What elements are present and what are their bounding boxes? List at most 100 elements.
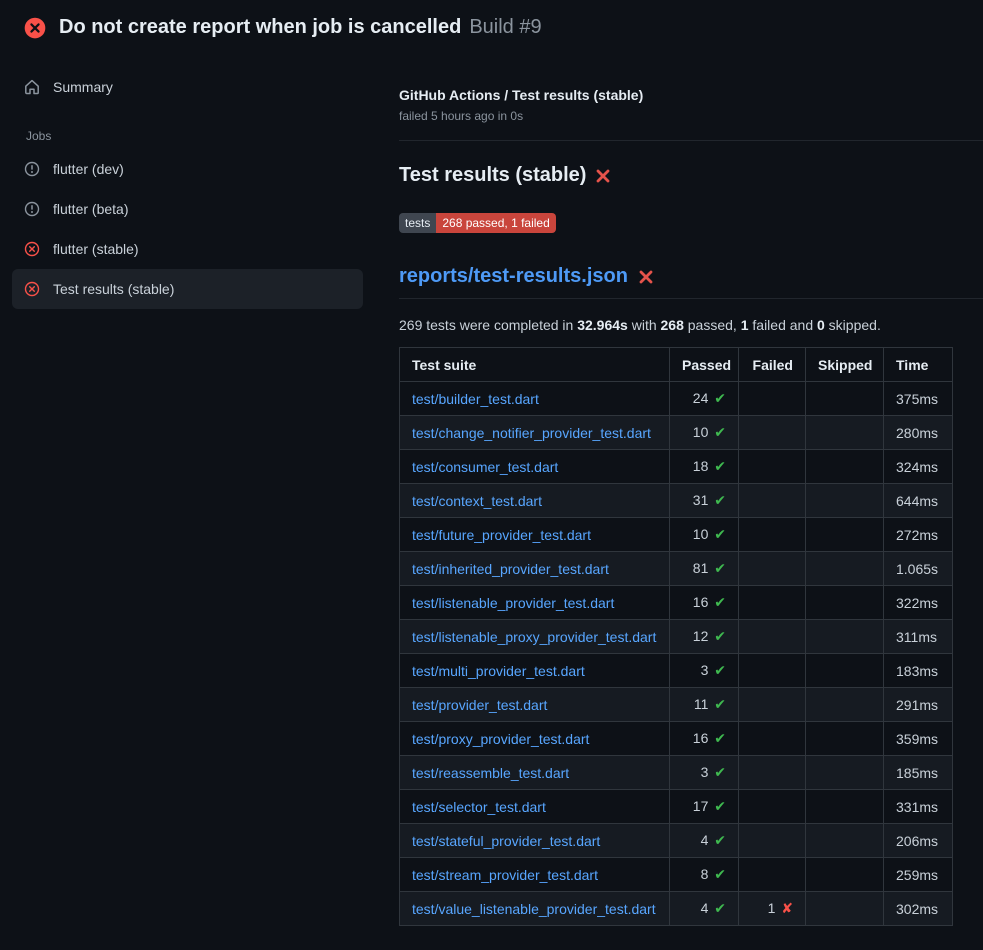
check-icon: ✔ xyxy=(714,662,726,678)
table-row: test/proxy_provider_test.dart16 ✔359ms xyxy=(400,722,953,756)
failed-circle-icon xyxy=(24,281,40,297)
passed-cell: 10 ✔ xyxy=(670,416,739,450)
failed-cell xyxy=(739,722,806,756)
failed-circle-icon xyxy=(24,17,46,39)
suite-cell: test/reassemble_test.dart xyxy=(400,756,670,790)
table-row: test/listenable_provider_test.dart16 ✔32… xyxy=(400,586,953,620)
suite-link[interactable]: test/future_provider_test.dart xyxy=(412,527,591,543)
check-icon: ✔ xyxy=(714,526,726,542)
failed-cell xyxy=(739,654,806,688)
suite-link[interactable]: test/listenable_proxy_provider_test.dart xyxy=(412,629,656,645)
suite-link[interactable]: test/context_test.dart xyxy=(412,493,542,509)
suite-cell: test/consumer_test.dart xyxy=(400,450,670,484)
divider xyxy=(399,140,983,141)
failed-cell xyxy=(739,518,806,552)
col-header-skipped: Skipped xyxy=(806,348,884,382)
suite-link[interactable]: test/listenable_provider_test.dart xyxy=(412,595,614,611)
suite-cell: test/future_provider_test.dart xyxy=(400,518,670,552)
table-header-row: Test suite Passed Failed Skipped Time xyxy=(400,348,953,382)
jobs-section-label: Jobs xyxy=(12,107,363,149)
table-row: test/selector_test.dart17 ✔331ms xyxy=(400,790,953,824)
red-cross-icon xyxy=(638,269,654,285)
suite-link[interactable]: test/proxy_provider_test.dart xyxy=(412,731,589,747)
check-icon: ✔ xyxy=(714,764,726,780)
neutral-circle-icon xyxy=(24,161,40,177)
passed-cell: 31 ✔ xyxy=(670,484,739,518)
suite-cell: test/builder_test.dart xyxy=(400,382,670,416)
run-status-line: failed 5 hours ago in 0s xyxy=(399,109,983,123)
tests-badge: tests 268 passed, 1 failed xyxy=(399,213,556,233)
check-icon: ✔ xyxy=(714,424,726,440)
passed-cell: 16 ✔ xyxy=(670,722,739,756)
sidebar-item-flutter-stable[interactable]: flutter (stable) xyxy=(12,229,363,269)
time-cell: 331ms xyxy=(884,790,953,824)
sidebar-item-flutter-dev[interactable]: flutter (dev) xyxy=(12,149,363,189)
failed-cell xyxy=(739,620,806,654)
suite-cell: test/proxy_provider_test.dart xyxy=(400,722,670,756)
time-cell: 324ms xyxy=(884,450,953,484)
report-file-link[interactable]: reports/test-results.json xyxy=(399,265,628,288)
suite-cell: test/stream_provider_test.dart xyxy=(400,858,670,892)
suite-link[interactable]: test/builder_test.dart xyxy=(412,391,539,407)
table-row: test/future_provider_test.dart 10 ✔ 272ms xyxy=(400,518,953,552)
sidebar-item-flutter-beta[interactable]: flutter (beta) xyxy=(12,189,363,229)
time-cell: 272ms xyxy=(884,518,953,552)
table-row: test/inherited_provider_test.dart81 ✔1.0… xyxy=(400,552,953,586)
table-row: test/builder_test.dart24 ✔375ms xyxy=(400,382,953,416)
suite-link[interactable]: test/inherited_provider_test.dart xyxy=(412,561,609,577)
passed-cell: 11 ✔ xyxy=(670,688,739,722)
suite-link[interactable]: test/multi_provider_test.dart xyxy=(412,663,585,679)
skipped-cell xyxy=(806,654,884,688)
failed-cell xyxy=(739,382,806,416)
skipped-cell xyxy=(806,484,884,518)
time-cell: 206ms xyxy=(884,824,953,858)
suite-cell: test/provider_test.dart xyxy=(400,688,670,722)
x-icon: ✘ xyxy=(781,900,793,916)
breadcrumb: GitHub Actions / Test results (stable) xyxy=(399,87,983,103)
sidebar: Summary Jobs flutter (dev) flutter (beta… xyxy=(0,49,375,309)
sidebar-item-summary[interactable]: Summary xyxy=(12,67,363,107)
sidebar-item-label: Summary xyxy=(53,79,113,95)
badge-label: tests xyxy=(399,213,436,233)
suite-link[interactable]: test/stateful_provider_test.dart xyxy=(412,833,600,849)
skipped-cell xyxy=(806,892,884,926)
time-cell: 1.065s xyxy=(884,552,953,586)
build-header: Do not create report when job is cancell… xyxy=(0,0,983,49)
suite-link[interactable]: test/stream_provider_test.dart xyxy=(412,867,598,883)
failed-circle-icon xyxy=(24,241,40,257)
time-cell: 185ms xyxy=(884,756,953,790)
suite-link[interactable]: test/selector_test.dart xyxy=(412,799,546,815)
check-icon: ✔ xyxy=(714,900,726,916)
passed-cell: 3 ✔ xyxy=(670,654,739,688)
col-header-failed: Failed xyxy=(739,348,806,382)
table-row: test/reassemble_test.dart 3 ✔ 185ms xyxy=(400,756,953,790)
suite-link[interactable]: test/consumer_test.dart xyxy=(412,459,558,475)
passed-cell: 12 ✔ xyxy=(670,620,739,654)
passed-cell: 3 ✔ xyxy=(670,756,739,790)
passed-cell: 10 ✔ xyxy=(670,518,739,552)
check-icon: ✔ xyxy=(714,730,726,746)
skipped-cell xyxy=(806,518,884,552)
sidebar-item-label: Test results (stable) xyxy=(53,281,174,297)
suite-link[interactable]: test/value_listenable_provider_test.dart xyxy=(412,901,656,917)
col-header-passed: Passed xyxy=(670,348,739,382)
time-cell: 302ms xyxy=(884,892,953,926)
suite-cell: test/listenable_provider_test.dart xyxy=(400,586,670,620)
suite-link[interactable]: test/reassemble_test.dart xyxy=(412,765,569,781)
sidebar-item-test-results-stable[interactable]: Test results (stable) xyxy=(12,269,363,309)
skipped-cell xyxy=(806,552,884,586)
suite-cell: test/context_test.dart xyxy=(400,484,670,518)
time-cell: 280ms xyxy=(884,416,953,450)
passed-cell: 16 ✔ xyxy=(670,586,739,620)
passed-cell: 24 ✔ xyxy=(670,382,739,416)
check-run-panel: GitHub Actions / Test results (stable) f… xyxy=(375,49,983,926)
failed-cell xyxy=(739,858,806,892)
suite-link[interactable]: test/change_notifier_provider_test.dart xyxy=(412,425,651,441)
skipped-cell xyxy=(806,858,884,892)
check-icon: ✔ xyxy=(714,832,726,848)
failed-cell xyxy=(739,790,806,824)
col-header-test-suite: Test suite xyxy=(400,348,670,382)
suite-link[interactable]: test/provider_test.dart xyxy=(412,697,547,713)
suite-cell: test/inherited_provider_test.dart xyxy=(400,552,670,586)
section-title: Test results (stable) xyxy=(399,164,983,187)
